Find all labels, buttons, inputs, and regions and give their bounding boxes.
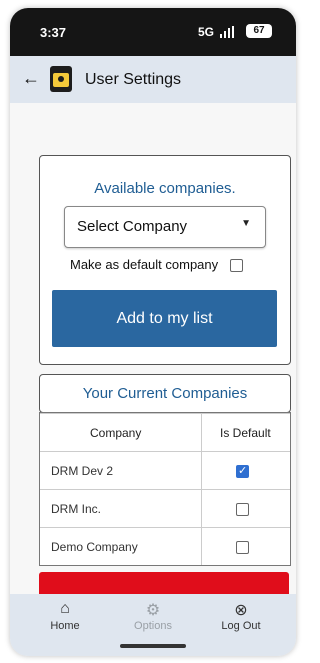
back-arrow-icon[interactable]: ← bbox=[22, 68, 40, 89]
company-name: DRM Inc. bbox=[51, 502, 102, 516]
status-bar: 3:37 5G 67 bbox=[10, 8, 296, 56]
camera-logo-icon bbox=[50, 66, 72, 92]
home-indicator bbox=[120, 644, 186, 648]
app-header: ← User Settings bbox=[10, 56, 296, 103]
available-companies-card: Available companies. Select Company ▼ Ma… bbox=[39, 155, 291, 365]
page-title: User Settings bbox=[85, 71, 182, 88]
table-row[interactable]: DRM Inc. bbox=[40, 489, 290, 527]
network-indicator: 5G bbox=[198, 25, 215, 39]
default-checkbox[interactable] bbox=[236, 541, 249, 554]
default-checkbox[interactable] bbox=[236, 503, 249, 516]
signal-icon bbox=[220, 26, 234, 38]
nav-home-label: Home bbox=[50, 620, 80, 632]
current-companies-table: Company Is Default DRM Dev 2 DRM Inc. De… bbox=[39, 412, 291, 566]
red-action-button[interactable] bbox=[39, 572, 289, 594]
nav-home[interactable]: ⌂ Home bbox=[30, 600, 100, 632]
user-settings-icon: ⚙ bbox=[145, 602, 161, 619]
column-header-default: Is Default bbox=[220, 426, 271, 440]
column-header-company: Company bbox=[90, 426, 142, 440]
table-row[interactable]: Demo Company bbox=[40, 527, 290, 565]
current-companies-heading: Your Current Companies bbox=[39, 374, 291, 413]
dropdown-arrow-icon: ▼ bbox=[241, 218, 251, 229]
status-time: 3:37 bbox=[40, 25, 67, 40]
table-header-row: Company Is Default bbox=[40, 413, 290, 451]
nav-options[interactable]: ⚙ Options bbox=[118, 600, 188, 632]
nav-logout[interactable]: ⊗ Log Out bbox=[206, 600, 276, 632]
default-company-option: Make as default company bbox=[70, 257, 243, 273]
company-select-value: Select Company bbox=[77, 218, 188, 235]
battery-indicator: 67 bbox=[246, 24, 272, 38]
default-checkbox-checked[interactable] bbox=[236, 464, 249, 478]
nav-options-label: Options bbox=[134, 620, 172, 632]
available-companies-heading: Available companies. bbox=[94, 180, 236, 197]
company-name: DRM Dev 2 bbox=[51, 464, 114, 478]
company-select[interactable]: Select Company ▼ bbox=[64, 206, 266, 248]
company-name: Demo Company bbox=[51, 540, 138, 554]
table-row[interactable]: DRM Dev 2 bbox=[40, 451, 290, 489]
default-company-label: Make as default company bbox=[70, 257, 219, 272]
close-circle-icon: ⊗ bbox=[234, 602, 248, 619]
home-icon: ⌂ bbox=[60, 600, 70, 617]
nav-logout-label: Log Out bbox=[221, 620, 261, 632]
default-company-checkbox[interactable] bbox=[229, 259, 243, 273]
add-to-list-button[interactable]: Add to my list bbox=[52, 290, 277, 347]
phone-screen: 3:37 5G 67 ← User Settings Available com… bbox=[10, 8, 296, 656]
